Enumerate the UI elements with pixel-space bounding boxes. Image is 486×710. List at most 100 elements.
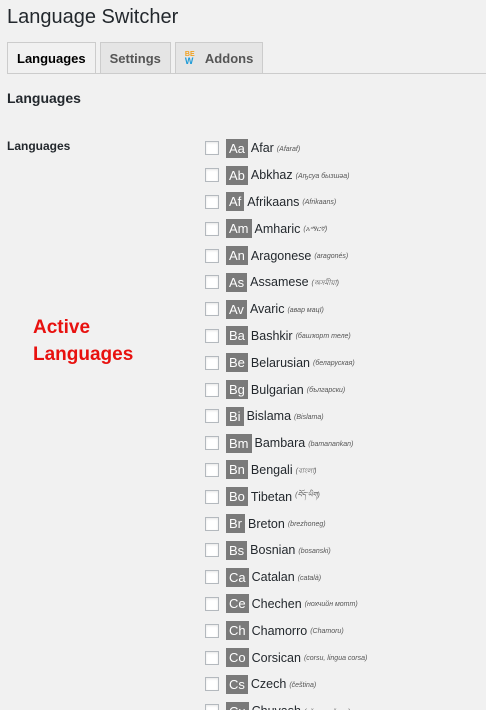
language-native-name: (corsu, lingua corsa): [303, 655, 368, 663]
language-checkbox[interactable]: [205, 516, 219, 531]
language-checkbox[interactable]: [205, 596, 219, 611]
language-item-af[interactable]: Af Afrikaans (Afrikaans): [205, 189, 367, 216]
language-checkbox[interactable]: [205, 436, 219, 451]
language-native-name: (čeština): [289, 681, 317, 689]
language-item-ca[interactable]: Ca Catalan (català): [205, 564, 367, 591]
language-code-badge: Cu: [226, 701, 249, 710]
language-code-badge: Bm: [226, 433, 252, 453]
language-item-cu[interactable]: CuChuvash(чӑваш чӗлхи): [205, 698, 367, 710]
language-item-am[interactable]: Am Amharic (አማርኛ): [205, 215, 367, 242]
settings-page: Language Switcher Languages Settings BE …: [0, 0, 486, 710]
tab-addons-label: Addons: [204, 50, 254, 66]
language-item-an[interactable]: An Aragonese (aragonés): [205, 242, 367, 269]
language-name: Breton: [248, 516, 285, 531]
language-code-badge: Bs: [226, 540, 248, 560]
language-item-aa[interactable]: Aa Afar (Afaraf): [205, 135, 367, 162]
language-native-name: (català): [297, 574, 322, 582]
language-native-name: (нохчийн мотт): [304, 601, 358, 609]
language-checkbox[interactable]: [205, 168, 219, 183]
language-name: Corsican: [251, 650, 301, 665]
language-checkbox[interactable]: [205, 221, 219, 236]
language-native-name: (བོད་ཡིག): [295, 492, 320, 500]
language-name: Bosnian: [250, 543, 296, 558]
page-title: Language Switcher: [7, 6, 179, 28]
language-checkbox[interactable]: [205, 543, 219, 558]
language-checkbox[interactable]: [205, 650, 219, 665]
language-native-name: (авар мацӀ): [287, 306, 324, 314]
language-item-bn[interactable]: Bn Bengali (বাংলা): [205, 457, 367, 484]
tab-languages-label: Languages: [17, 51, 86, 66]
language-native-name: (Chamoru): [310, 628, 344, 636]
language-code-badge: Bo: [226, 487, 248, 507]
language-checkbox[interactable]: [205, 704, 219, 710]
language-item-bs[interactable]: Bs Bosnian (bosanski): [205, 537, 367, 564]
language-name: Bashkir: [250, 328, 293, 343]
language-native-name: (aragonés): [314, 253, 349, 261]
language-native-name: (বাংলা): [295, 467, 317, 475]
language-native-name: (Bislama): [294, 413, 324, 421]
language-name: Chuvash: [252, 704, 301, 710]
tab-bar: Languages Settings BE W Addons: [7, 42, 267, 74]
language-item-br[interactable]: Br Breton (brezhoneg): [205, 510, 367, 537]
language-item-bm[interactable]: Bm Bambara (bamanankan): [205, 430, 367, 457]
language-code-badge: Cs: [226, 674, 248, 694]
language-item-av[interactable]: Av Avaric (авар мацӀ): [205, 296, 367, 323]
language-item-be[interactable]: Be Belarusian (беларуская): [205, 349, 367, 376]
language-checkbox[interactable]: [205, 677, 219, 692]
language-checkbox[interactable]: [205, 570, 219, 585]
language-checkbox[interactable]: [205, 275, 219, 290]
language-name: Aragonese: [250, 248, 312, 263]
language-name: Catalan: [251, 570, 295, 585]
language-code-badge: Aa: [226, 138, 248, 158]
language-item-bi[interactable]: Bi Bislama (Bislama): [205, 403, 367, 430]
language-code-badge: Co: [226, 648, 249, 668]
tab-languages[interactable]: Languages: [7, 42, 96, 74]
language-checkbox[interactable]: [205, 302, 219, 317]
language-item-bo[interactable]: Bo Tibetan (བོད་ཡིག): [205, 483, 367, 510]
language-item-bg[interactable]: Bg Bulgarian (български): [205, 376, 367, 403]
language-native-name: (bosanski): [298, 547, 331, 555]
language-code-badge: Ab: [226, 165, 248, 185]
language-item-ce[interactable]: Ce Chechen (нохчийн мотт): [205, 591, 367, 618]
language-checkbox[interactable]: [205, 141, 219, 156]
language-name: Belarusian: [250, 355, 310, 370]
language-code-badge: Am: [226, 219, 252, 239]
language-checkbox[interactable]: [205, 355, 219, 370]
language-item-ch[interactable]: Ch Chamorro (Chamoru): [205, 617, 367, 644]
languages-field-label: Languages: [7, 139, 71, 153]
language-native-name: (Аҧсуа бызшәа): [295, 172, 350, 180]
language-checkbox[interactable]: [205, 248, 219, 263]
language-item-cs[interactable]: Cs Czech (čeština): [205, 671, 367, 698]
language-native-name: (brezhoneg): [287, 521, 326, 529]
language-native-name: (Afaraf): [276, 145, 301, 153]
addons-logo-bottom: W: [184, 56, 194, 66]
language-checkbox[interactable]: [205, 382, 219, 397]
language-code-badge: Be: [226, 353, 248, 373]
language-checkbox[interactable]: [205, 489, 219, 504]
language-checkbox[interactable]: [205, 462, 219, 477]
language-item-co[interactable]: Co Corsican (corsu, lingua corsa): [205, 644, 367, 671]
language-native-name: (অসমীয়া): [311, 280, 339, 288]
language-name: Amharic: [254, 221, 301, 236]
addons-logo-icon: BE W: [184, 51, 199, 66]
language-checkbox[interactable]: [205, 409, 219, 424]
language-name: Chechen: [251, 596, 302, 611]
language-code-badge: Bn: [226, 460, 248, 480]
annotation-line-1: Active: [33, 317, 91, 338]
language-item-ba[interactable]: Ba Bashkir (башҡорт теле): [205, 323, 367, 350]
language-name: Bulgarian: [250, 382, 304, 397]
tab-settings[interactable]: Settings: [99, 42, 171, 73]
language-code-badge: Ce: [226, 594, 249, 614]
language-native-name: (Afrikaans): [302, 199, 337, 207]
language-code-badge: Av: [226, 299, 247, 319]
annotation-line-2: Languages: [33, 344, 134, 365]
language-item-as[interactable]: As Assamese (অসমীয়া): [205, 269, 367, 296]
language-code-badge: As: [226, 272, 248, 292]
tab-addons[interactable]: BE W Addons: [174, 42, 264, 73]
language-checkbox[interactable]: [205, 328, 219, 343]
language-name: Afar: [250, 141, 274, 156]
language-checkbox[interactable]: [205, 623, 219, 638]
language-item-ab[interactable]: Ab Abkhaz (Аҧсуа бызшәа): [205, 162, 367, 189]
language-native-name: (bamanankan): [308, 440, 354, 448]
language-checkbox[interactable]: [205, 194, 219, 209]
